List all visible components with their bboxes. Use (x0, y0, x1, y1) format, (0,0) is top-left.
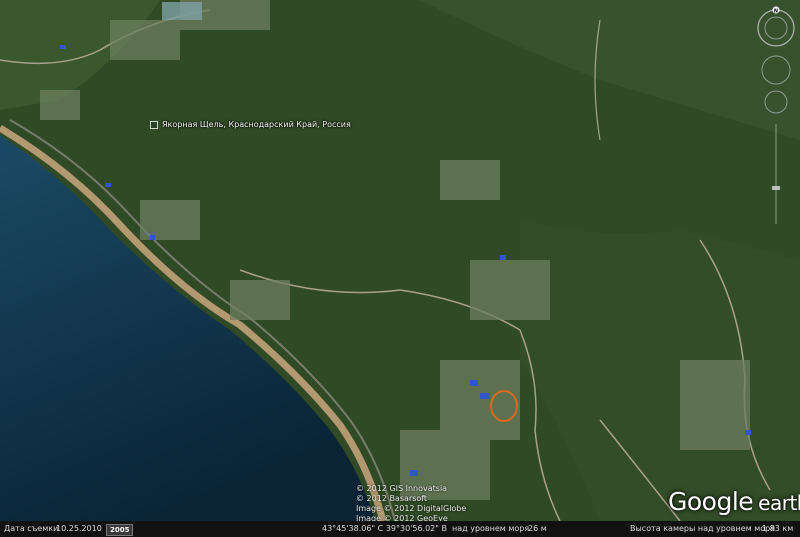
google-earth-logo: Googleearth (668, 487, 800, 516)
elevation-label: над уровнем моря (452, 524, 530, 533)
imagery-date-label: Дата съемки (4, 524, 59, 533)
coordinates-readout: 43°45'38.06" С 39°30'56.02" В (322, 524, 447, 533)
imagery-date: 10.25.2010 (56, 524, 102, 533)
attribution-line: © 2012 GIS Innovatsia (356, 484, 448, 493)
placemark[interactable]: Якорная Щель, Краснодарский Край, Россия (150, 120, 351, 129)
satellite-imagery[interactable] (0, 0, 800, 537)
zoom-slider[interactable] (772, 124, 780, 224)
attribution-line: © 2012 Basarsoft (356, 494, 428, 503)
zoom-slider-handle (772, 186, 780, 190)
map-viewport[interactable]: Якорная Щель, Краснодарский Край, Россия… (0, 0, 800, 537)
historical-imagery-year-button[interactable]: 2005 (106, 524, 134, 536)
logo-earth: earth (758, 491, 800, 515)
placemark-label[interactable]: Якорная Щель, Краснодарский Край, Россия (162, 120, 351, 129)
north-label: N (774, 9, 778, 15)
elevation-value: 26 м (528, 524, 547, 533)
attribution-line: Image © 2012 DigitalGlobe (356, 504, 467, 513)
eye-altitude-value: 1.83 км (762, 524, 794, 533)
placemark-icon[interactable] (150, 120, 158, 129)
imagery-attribution: © 2012 GIS Innovatsia © 2012 Basarsoft I… (356, 484, 466, 524)
move-joystick-icon[interactable] (764, 90, 788, 114)
pool (162, 2, 202, 20)
look-joystick-icon[interactable] (761, 55, 791, 85)
status-bar: Дата съемки 10.25.2010 2005 43°45'38.06"… (0, 521, 800, 537)
navigation-controls[interactable]: N (754, 6, 798, 236)
eye-altitude-label: Высота камеры над уровнем моря (630, 524, 776, 533)
logo-google: Google (668, 487, 754, 516)
